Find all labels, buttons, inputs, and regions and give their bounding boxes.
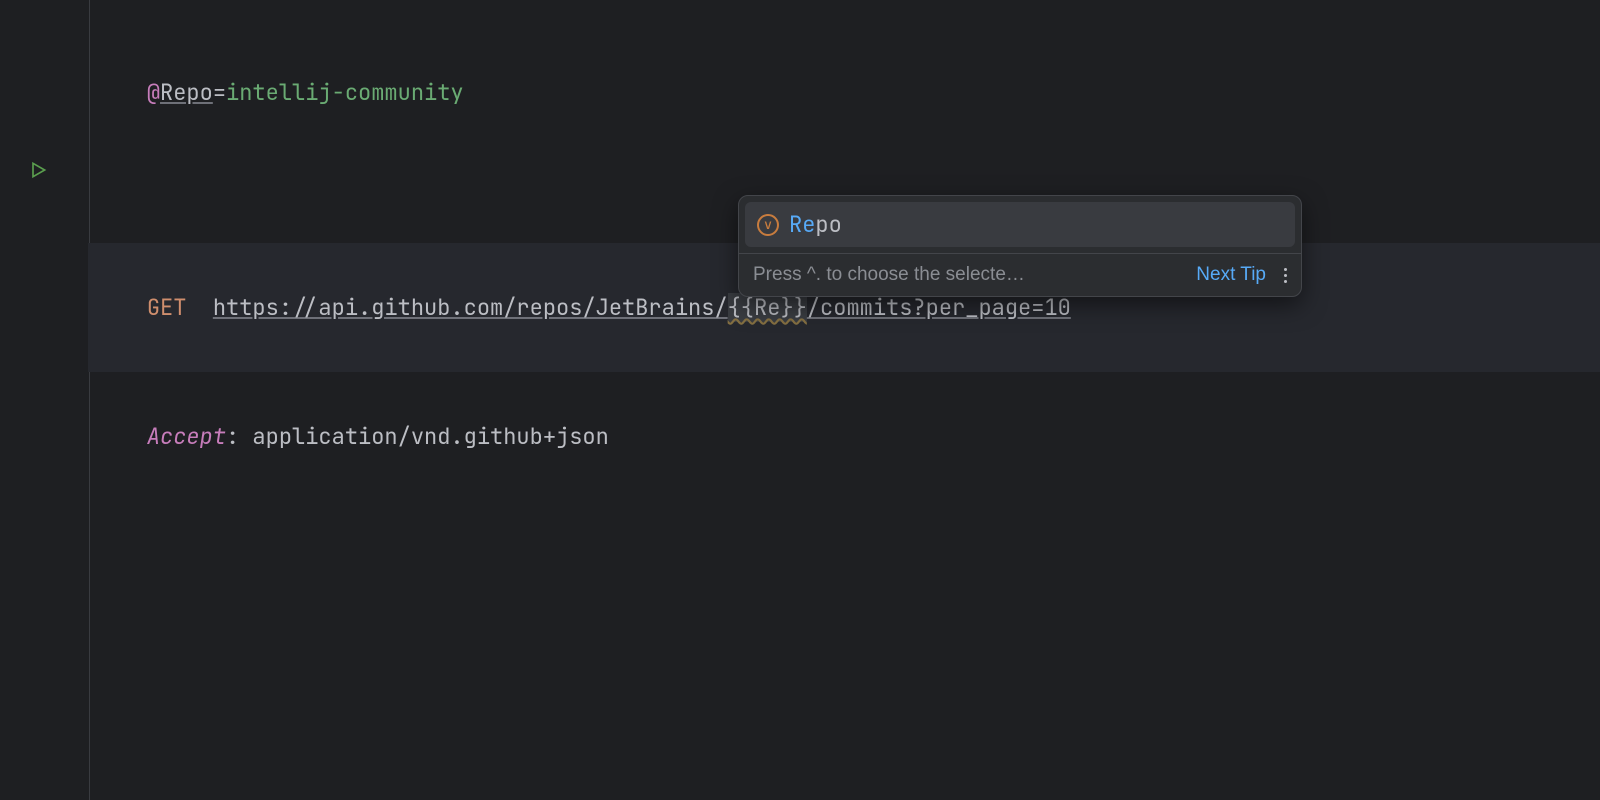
completion-popup: v Repo Press ^. to choose the selecte… N… — [738, 195, 1302, 297]
editor-gutter — [0, 0, 90, 800]
variable-definition-line: @Repo=intellij-community — [92, 28, 1600, 157]
header-value: application/vnd.github+json — [252, 422, 608, 451]
completion-match: Re — [789, 210, 815, 239]
popup-footer: Press ^. to choose the selecte… Next Tip — [739, 253, 1301, 296]
variable-value: intellij-community — [226, 78, 464, 107]
header-name: Accept — [147, 422, 226, 451]
variable-name: Repo — [160, 78, 213, 107]
footer-hint: Press ^. to choose the selecte… — [753, 264, 1190, 286]
http-method: GET — [147, 293, 187, 322]
header-line: Accept: application/vnd.github+json — [92, 372, 1600, 501]
at-sign: @ — [147, 78, 160, 107]
completion-text: Repo — [789, 210, 842, 239]
header-colon: : — [226, 422, 252, 451]
request-url-part1: https://api.github.com/repos/JetBrains/ — [213, 293, 728, 322]
next-tip-link[interactable]: Next Tip — [1196, 264, 1266, 286]
template-variable: {{Re}} — [728, 293, 807, 322]
request-url-part2: /commits?per_page=10 — [807, 293, 1071, 322]
more-options-icon[interactable] — [1284, 268, 1287, 283]
run-request-icon[interactable] — [28, 158, 52, 182]
equals-sign: = — [213, 78, 226, 107]
variable-icon: v — [757, 214, 779, 236]
completion-item[interactable]: v Repo — [745, 202, 1295, 247]
completion-rest: po — [815, 210, 841, 239]
